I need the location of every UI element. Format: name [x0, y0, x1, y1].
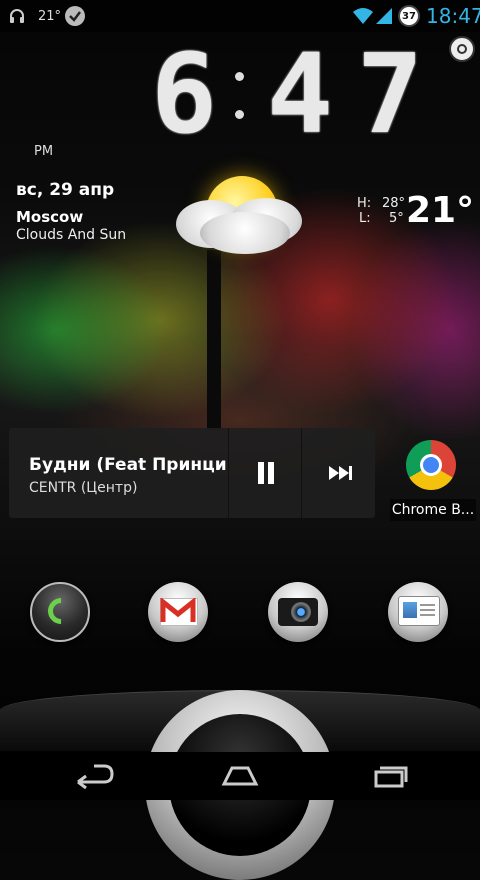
- date-label: вс, 29 апр: [16, 180, 115, 200]
- phone-icon[interactable]: [30, 582, 90, 642]
- signal-icon: [374, 0, 394, 32]
- high-value: 28°: [382, 196, 406, 211]
- message-bubble-shape: [398, 596, 440, 626]
- divider: [301, 428, 302, 518]
- back-icon: [77, 764, 114, 790]
- colon-dot: [235, 110, 244, 119]
- recent-apps-button[interactable]: [338, 752, 438, 800]
- music-widget[interactable]: Будни (Feat Принципиальный) CENTR (Центр…: [9, 428, 375, 518]
- track-artist: CENTR (Центр): [29, 480, 138, 496]
- gmail-m-shape: [160, 598, 196, 622]
- clock-minute-tens-digit: 4: [266, 30, 334, 158]
- pause-button[interactable]: [229, 428, 301, 518]
- lamp-pole: [207, 250, 221, 430]
- chrome-shortcut-label[interactable]: Chrome B...: [390, 499, 476, 521]
- home-icon: [221, 766, 259, 786]
- camera-lens-shape: [291, 602, 311, 622]
- condition-label: Clouds And Sun: [16, 227, 127, 243]
- low-label: L:: [359, 211, 371, 226]
- wifi-icon: [352, 0, 374, 32]
- messaging-icon[interactable]: [388, 582, 448, 642]
- colon-dot: [235, 72, 244, 81]
- navigation-bar: [0, 752, 480, 800]
- recent-apps-icon: [374, 766, 408, 788]
- city-label: Moscow: [16, 208, 84, 226]
- next-track-button[interactable]: [303, 428, 375, 518]
- clock-widget[interactable]: 6 4 7: [148, 30, 428, 158]
- status-bar[interactable]: 21° 37 18:47: [0, 0, 480, 32]
- check-circle-icon: [64, 0, 86, 32]
- next-track-icon: [329, 466, 352, 480]
- back-button[interactable]: [42, 752, 142, 800]
- chrome-icon[interactable]: [406, 440, 456, 490]
- clock-minute-ones-digit: 7: [356, 30, 424, 158]
- status-clock: 18:47: [426, 4, 480, 28]
- headphones-icon: [8, 0, 26, 32]
- phone-handset-shape: [42, 592, 80, 630]
- camera-body-shape: [278, 598, 318, 626]
- camera-icon[interactable]: [268, 582, 328, 642]
- battery-level: 37: [402, 10, 416, 22]
- text-lines-shape: [420, 604, 435, 606]
- picture-shape: [403, 602, 417, 618]
- clock-hour-digit: 6: [150, 30, 218, 158]
- home-button[interactable]: [190, 752, 290, 800]
- cloud-shape: [200, 212, 290, 254]
- settings-knob-icon[interactable]: [449, 36, 475, 62]
- current-temperature: 21°: [406, 190, 475, 231]
- meridiem-label: PM: [34, 144, 54, 159]
- track-title: Будни (Feat Принципиальный): [29, 455, 227, 475]
- gmail-icon[interactable]: [148, 582, 208, 642]
- high-label: H:: [357, 196, 372, 211]
- status-temperature: 21°: [38, 8, 62, 24]
- low-value: 5°: [389, 211, 404, 226]
